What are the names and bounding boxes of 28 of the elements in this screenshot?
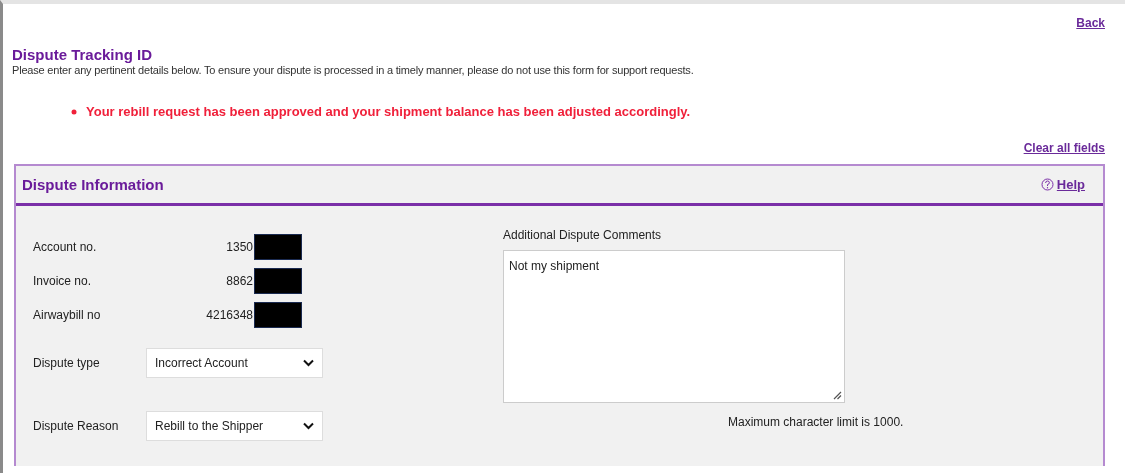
field-label: Account no. — [33, 240, 98, 254]
character-limit-note: Maximum character limit is 1000. — [728, 415, 904, 429]
help-link[interactable]: Help — [1040, 177, 1085, 192]
field-label: Invoice no. — [33, 274, 93, 288]
field-value: 1350 — [225, 240, 253, 254]
back-link[interactable]: Back — [1076, 16, 1105, 32]
chevron-down-icon — [303, 422, 314, 430]
comments-field[interactable]: Not my shipment — [503, 250, 845, 403]
comments-label: Additional Dispute Comments — [503, 228, 663, 242]
success-message: Your rebill request has been approved and your shipment balance has been adjusted accordingly. — [86, 104, 691, 119]
chevron-down-icon — [303, 359, 314, 367]
panel-title: Dispute Information — [22, 176, 164, 193]
clear-all-fields-link[interactable]: Clear all fields — [1023, 141, 1105, 155]
field-label: Dispute type — [33, 356, 101, 370]
field-value: 8862 — [225, 274, 253, 288]
help-icon — [1040, 178, 1054, 191]
field-label: Airwaybill no — [33, 308, 102, 322]
dropdown[interactable]: Rebill to the Shipper — [146, 411, 323, 441]
redaction-block — [254, 268, 302, 294]
field-label: Dispute Reason — [33, 419, 120, 433]
dropdown[interactable]: Incorrect Account — [146, 348, 323, 378]
page-title: Dispute Tracking ID — [12, 46, 154, 63]
redaction-block — [254, 302, 302, 328]
field-value: 4216348 — [205, 308, 253, 322]
resize-handle-icon[interactable] — [832, 390, 842, 400]
instructions-text: Please enter any pertinent details below. To ensure your dispute is processed in a timely manner, please do not use this form for support requests. — [12, 64, 695, 76]
redaction-block — [254, 234, 302, 260]
bullet-icon — [71, 108, 77, 115]
